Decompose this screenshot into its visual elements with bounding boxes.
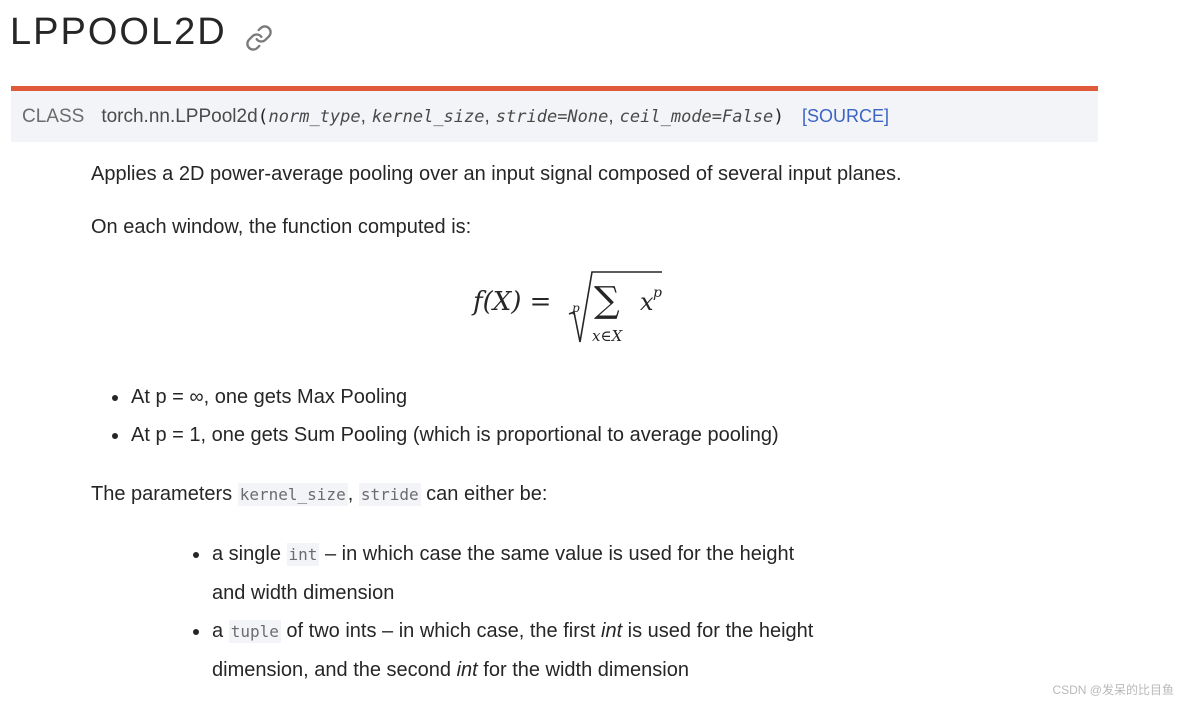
signature-param-kernel-size: kernel_size xyxy=(371,106,485,127)
params-intro-paragraph: The parameters kernel_size, stride can e… xyxy=(91,483,548,506)
signature-name: torch.nn.LPPool2d xyxy=(101,105,258,127)
page-title-text: LPPOOL2D xyxy=(10,11,227,53)
signature-kind: CLASS xyxy=(22,105,85,127)
source-link[interactable]: [SOURCE] xyxy=(802,106,889,127)
link-icon[interactable] xyxy=(245,18,273,51)
infinity-symbol: ∞ xyxy=(189,386,204,408)
inline-code-kernel-size: kernel_size xyxy=(237,483,348,506)
inline-code-tuple: tuple xyxy=(228,620,281,643)
formula-exponent: p xyxy=(653,285,662,301)
signature-separator: , xyxy=(360,105,366,127)
list-item: At p = ∞, one gets Max Pooling xyxy=(112,378,779,416)
signature-param-norm-type: norm_type xyxy=(268,106,361,127)
formula-term: x xyxy=(640,288,654,316)
watermark: CSDN @发呆的比目鱼 xyxy=(1052,683,1174,697)
signature-open-paren: ( xyxy=(257,106,269,127)
param-options-list: a single int – in which case the same va… xyxy=(193,535,833,689)
class-signature: CLASS torch.nn.LPPool2d ( norm_type, ker… xyxy=(11,86,1098,142)
signature-separator: , xyxy=(608,105,614,127)
page-title: LPPOOL2D xyxy=(10,10,273,54)
function-intro-paragraph: On each window, the function computed is… xyxy=(91,216,472,238)
inline-code-stride: stride xyxy=(358,483,421,506)
formula-lhs: f(X) = xyxy=(471,287,551,317)
formula: f(X) = p ∑ x∈X x p xyxy=(470,266,670,356)
summary-paragraph: Applies a 2D power-average pooling over … xyxy=(91,163,902,185)
formula-sum-symbol: ∑ xyxy=(594,280,620,321)
signature-param-stride: stride=None xyxy=(495,106,609,127)
formula-sum-subscript: x∈X xyxy=(592,327,624,345)
list-item: a single int – in which case the same va… xyxy=(193,535,833,612)
signature-separator: , xyxy=(484,105,490,127)
pooling-cases-list: At p = ∞, one gets Max Pooling At p = 1,… xyxy=(112,378,779,454)
list-item: a tuple of two ints – in which case, the… xyxy=(193,612,833,689)
signature-close-paren: ) xyxy=(773,106,785,127)
signature-param-ceil-mode: ceil_mode=False xyxy=(619,106,774,127)
inline-code-int: int xyxy=(286,543,320,566)
list-item: At p = 1, one gets Sum Pooling (which is… xyxy=(112,416,779,454)
